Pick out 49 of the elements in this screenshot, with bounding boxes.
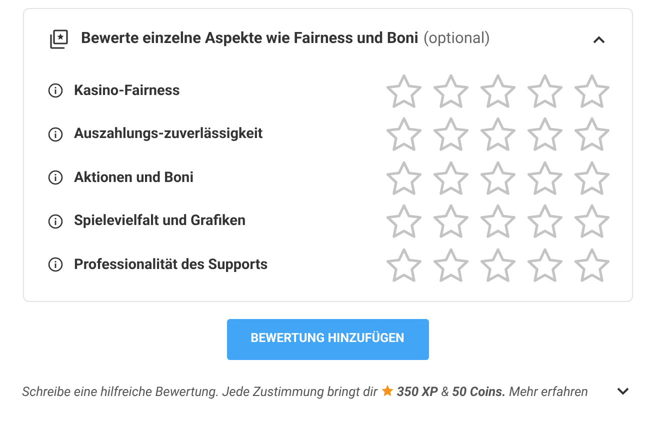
star-rating[interactable] bbox=[386, 246, 610, 283]
add-review-button[interactable]: BEWERTUNG HINZUFÜGEN bbox=[226, 318, 428, 360]
star-icon[interactable] bbox=[386, 72, 422, 109]
star-icon[interactable] bbox=[527, 116, 563, 152]
star-icon[interactable] bbox=[527, 160, 563, 196]
info-icon[interactable] bbox=[48, 170, 63, 186]
star-icon[interactable] bbox=[527, 203, 563, 240]
aspect-label: Aktionen und Boni bbox=[74, 168, 194, 188]
star-icon[interactable] bbox=[433, 116, 469, 152]
info-icon[interactable] bbox=[48, 257, 63, 272]
reward-text: Schreibe eine hilfreiche Bewertung. Jede Zustimmung bringt dir bbox=[22, 384, 378, 400]
star-icon[interactable] bbox=[386, 116, 422, 152]
star-icon[interactable] bbox=[386, 160, 422, 196]
star-icon[interactable] bbox=[480, 72, 516, 109]
section-title: Bewerte einzelne Aspekte wie Fairness und Boni bbox=[81, 28, 418, 50]
star-icon[interactable] bbox=[386, 203, 422, 240]
star-icon[interactable] bbox=[480, 160, 516, 196]
photo-star-icon bbox=[48, 28, 69, 50]
reward-amount-text: 350 XP & 50 Coins. Mehr erfahren bbox=[396, 384, 588, 400]
aspect-label: Spielevielfalt und Grafiken bbox=[74, 211, 246, 232]
star-icon[interactable] bbox=[386, 246, 422, 283]
aspect-label: Professionalität des Supports bbox=[74, 254, 268, 275]
info-icon[interactable] bbox=[48, 214, 63, 229]
collapse-icon[interactable] bbox=[592, 34, 606, 44]
star-icon[interactable] bbox=[480, 246, 516, 283]
star-icon bbox=[380, 384, 394, 396]
star-icon[interactable] bbox=[433, 72, 469, 109]
aspect-label: Kasino-Fairness bbox=[74, 80, 180, 101]
expand-icon[interactable] bbox=[616, 386, 630, 396]
aspect-label: Auszahlungs-zuverlässigkeit bbox=[74, 124, 263, 144]
star-icon[interactable] bbox=[480, 203, 516, 240]
star-icon[interactable] bbox=[574, 246, 610, 283]
star-rating[interactable] bbox=[386, 116, 610, 152]
star-icon[interactable] bbox=[574, 72, 610, 109]
star-icon[interactable] bbox=[433, 246, 469, 283]
star-rating[interactable] bbox=[386, 160, 610, 196]
optional-note: (optional) bbox=[423, 28, 490, 50]
star-icon[interactable] bbox=[527, 72, 563, 109]
star-icon[interactable] bbox=[433, 160, 469, 196]
star-icon[interactable] bbox=[574, 116, 610, 152]
info-icon[interactable] bbox=[48, 83, 63, 98]
star-icon[interactable] bbox=[574, 160, 610, 196]
info-icon[interactable] bbox=[48, 126, 63, 142]
star-rating[interactable] bbox=[386, 72, 610, 109]
star-rating[interactable] bbox=[386, 203, 610, 240]
star-icon[interactable] bbox=[574, 203, 610, 240]
star-icon[interactable] bbox=[527, 246, 563, 283]
star-icon[interactable] bbox=[433, 203, 469, 240]
star-icon[interactable] bbox=[480, 116, 516, 152]
